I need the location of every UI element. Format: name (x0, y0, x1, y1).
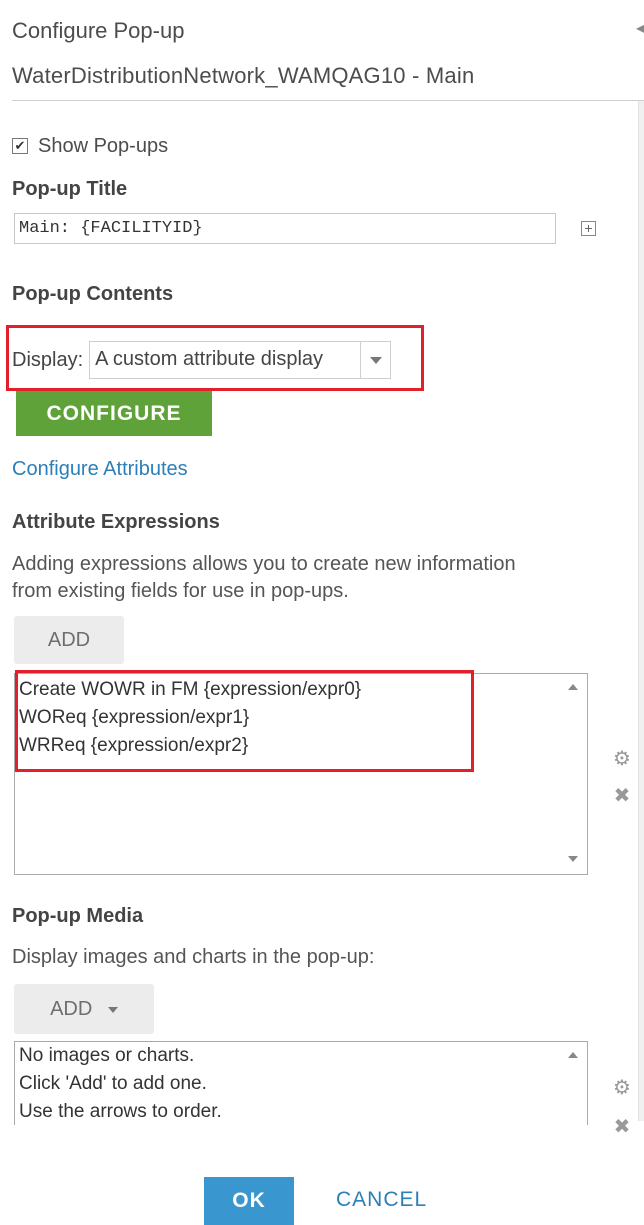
display-select[interactable]: A custom attribute display (89, 341, 392, 379)
popup-contents-heading: Pop-up Contents (12, 283, 174, 305)
expressions-highlight-box (15, 670, 474, 772)
show-popups-checkbox[interactable]: ✔ (12, 138, 28, 154)
popup-title-input[interactable]: Main: {FACILITYID} (14, 213, 556, 244)
layer-name: WaterDistributionNetwork_WAMQAG10 - Main (12, 63, 475, 88)
add-media-button[interactable]: ADD (14, 984, 154, 1034)
media-list[interactable]: No images or charts. Click 'Add' to add … (14, 1041, 588, 1125)
media-empty-line: No images or charts. (19, 1045, 195, 1066)
display-row: Display: A custom attribute display (12, 341, 392, 379)
ok-button[interactable]: OK (204, 1177, 294, 1225)
add-field-plus-icon[interactable] (581, 221, 596, 236)
popup-media-heading: Pop-up Media (12, 905, 144, 927)
scroll-up-icon[interactable] (568, 1052, 578, 1058)
collapse-panel-icon[interactable]: ◀ (636, 18, 644, 38)
popup-title-heading: Pop-up Title (12, 178, 128, 200)
dialog-title: Configure Pop-up (12, 18, 185, 43)
expressions-description-line: from existing fields for use in pop-ups. (12, 580, 349, 602)
add-expression-button[interactable]: ADD (14, 616, 124, 664)
delete-icon[interactable]: ✖ (611, 1114, 633, 1139)
cancel-button[interactable]: CANCEL (336, 1188, 427, 1212)
gear-icon[interactable]: ⚙ (611, 1075, 633, 1100)
delete-icon[interactable]: ✖ (611, 783, 633, 808)
media-list-items: No images or charts. Click 'Add' to add … (19, 1042, 222, 1126)
gear-icon[interactable]: ⚙ (611, 746, 633, 771)
attribute-expressions-heading: Attribute Expressions (12, 511, 220, 533)
scroll-up-icon[interactable] (568, 684, 578, 690)
header-divider (12, 100, 644, 101)
chevron-down-icon[interactable] (370, 357, 383, 364)
scroll-down-icon[interactable] (568, 856, 578, 862)
expressions-description-line: Adding expressions allows you to create … (12, 553, 516, 575)
chevron-down-icon (107, 1006, 118, 1013)
configure-attributes-link[interactable]: Configure Attributes (12, 458, 188, 481)
show-popups-row[interactable]: ✔ Show Pop-ups (12, 134, 168, 158)
expressions-description: Adding expressions allows you to create … (12, 551, 516, 605)
media-description: Display images and charts in the pop-up: (12, 946, 375, 968)
media-empty-line: Use the arrows to order. (19, 1101, 222, 1122)
show-popups-label: Show Pop-ups (38, 134, 169, 157)
panel-scrollbar[interactable] (638, 101, 644, 1121)
add-media-label: ADD (50, 998, 93, 1020)
media-empty-line: Click 'Add' to add one. (19, 1073, 207, 1094)
display-select-value: A custom attribute display (95, 348, 324, 370)
select-divider (360, 342, 362, 378)
display-label: Display: (12, 348, 84, 371)
configure-button[interactable]: CONFIGURE (16, 391, 212, 436)
